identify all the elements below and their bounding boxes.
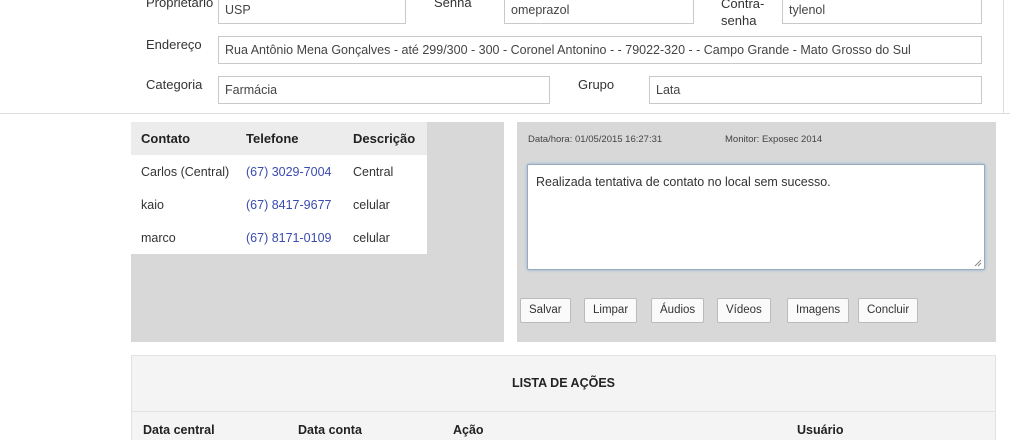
actions-divider: [132, 411, 995, 412]
contact-phone-link[interactable]: (67) 8417-9677: [236, 188, 343, 221]
images-button[interactable]: Imagens: [787, 298, 850, 323]
contact-description: celular: [353, 197, 390, 212]
contact-name: marco: [141, 230, 176, 245]
category-label: Categoria: [146, 77, 203, 92]
confirm-label-line1: Contra-: [721, 0, 765, 11]
actions-list: LISTA DE AÇÕES Data central Data conta A…: [131, 355, 996, 440]
group-field[interactable]: Lata: [649, 76, 982, 104]
category-field[interactable]: Farmácia: [218, 76, 550, 104]
password-label: Senha: [434, 0, 472, 10]
form-right-border: [1003, 0, 1004, 114]
contact-column-header: Contato: [131, 122, 236, 155]
table-row: marco (67) 8171-0109 celular: [131, 221, 427, 254]
address-label: Endereço: [146, 37, 202, 52]
contact-description: celular: [353, 230, 390, 245]
account-date-column-header: Data conta: [298, 423, 362, 437]
note-datetime: Data/hora: 01/05/2015 16:27:31: [528, 134, 663, 145]
actions-title: LISTA DE AÇÕES: [511, 376, 615, 390]
contacts-table: Contato Telefone Descrição Carlos (Centr…: [131, 122, 427, 254]
contacts-header-row: Contato Telefone Descrição: [131, 122, 427, 155]
contact-name: kaio: [141, 197, 164, 212]
action-column-header: Ação: [453, 423, 484, 437]
contact-phone-link[interactable]: (67) 3029-7004: [236, 155, 343, 188]
central-date-column-header: Data central: [143, 423, 215, 437]
table-row: kaio (67) 8417-9677 celular: [131, 188, 427, 221]
audios-button[interactable]: Áudios: [651, 298, 705, 323]
contact-name: Carlos (Central): [141, 164, 230, 179]
owner-field[interactable]: USP: [218, 0, 406, 24]
form-separator: [0, 113, 1010, 114]
note-text: Realizada tentativa de contato no local …: [536, 175, 831, 189]
contact-phone-link[interactable]: (67) 8171-0109: [236, 221, 343, 254]
confirm-password-field[interactable]: tylenol: [782, 0, 982, 24]
note-panel: Data/hora: 01/05/2015 16:27:31 Monitor: …: [517, 122, 996, 342]
owner-label: Proprietário: [146, 0, 214, 10]
note-textarea[interactable]: Realizada tentativa de contato no local …: [527, 164, 985, 270]
description-column-header: Descrição: [343, 122, 427, 155]
confirm-label-line2: senha: [721, 13, 757, 28]
contact-description: Central: [353, 164, 394, 179]
table-row: Carlos (Central) (67) 3029-7004 Central: [131, 155, 427, 188]
confirm-password-label: Contra- senha: [721, 0, 764, 29]
resize-grip-icon[interactable]: [974, 259, 982, 267]
contacts-panel: Contato Telefone Descrição Carlos (Centr…: [131, 122, 504, 342]
clear-button[interactable]: Limpar: [584, 298, 638, 323]
finish-button[interactable]: Concluir: [858, 298, 919, 323]
note-monitor: Monitor: Exposec 2014: [725, 134, 823, 145]
save-button[interactable]: Salvar: [520, 298, 571, 323]
group-label: Grupo: [578, 77, 615, 92]
phone-column-header: Telefone: [236, 122, 343, 155]
address-field[interactable]: Rua Antônio Mena Gonçalves - até 299/300…: [218, 36, 982, 64]
videos-button[interactable]: Vídeos: [717, 298, 771, 323]
password-field[interactable]: omeprazol: [504, 0, 694, 24]
user-column-header: Usuário: [797, 423, 844, 437]
